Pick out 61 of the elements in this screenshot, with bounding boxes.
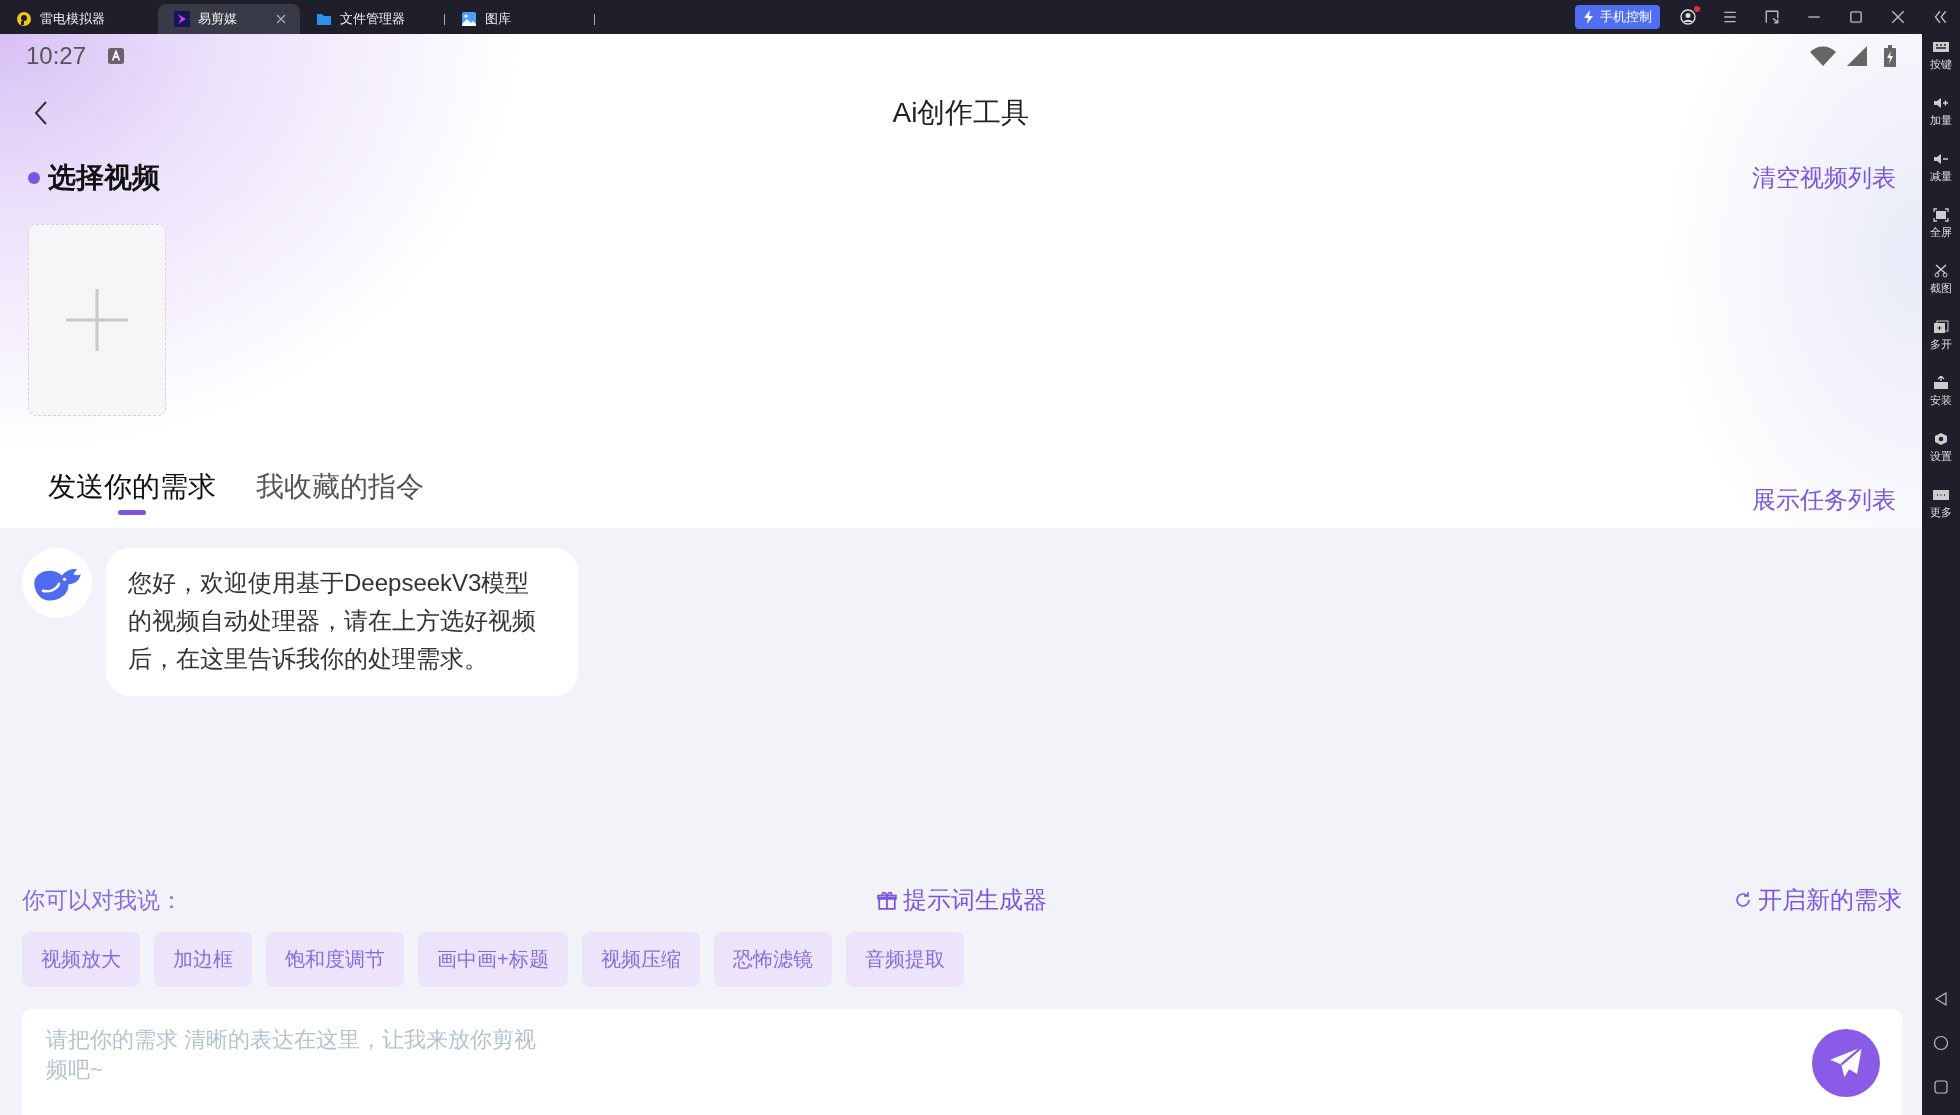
sidebar-item[interactable]: 加量 xyxy=(1930,96,1952,152)
page-title: Ai创作工具 xyxy=(892,96,1030,130)
window-tab[interactable]: 文件管理器 xyxy=(300,4,445,34)
collapse-icon[interactable] xyxy=(1932,9,1948,25)
close-icon[interactable] xyxy=(1890,9,1906,25)
multi-window-icon xyxy=(1933,320,1949,334)
scissors-icon xyxy=(1933,264,1949,278)
tab-label: 文件管理器 xyxy=(340,10,405,28)
show-task-list-link[interactable]: 展示任务列表 xyxy=(1752,484,1896,516)
resize-icon[interactable] xyxy=(1764,9,1780,25)
sidebar-item[interactable]: 多开 xyxy=(1930,320,1952,376)
sidebar-item[interactable]: 安装 xyxy=(1930,376,1952,432)
menu-icon[interactable] xyxy=(1722,9,1738,25)
battery-icon xyxy=(1884,45,1896,67)
install-icon xyxy=(1933,376,1949,390)
app-logo-icon xyxy=(174,11,190,27)
tab[interactable]: 我收藏的指令 xyxy=(256,470,424,516)
fullscreen-icon xyxy=(1933,208,1949,222)
window-tab[interactable]: 图库 xyxy=(445,4,595,34)
refresh-icon xyxy=(1734,891,1752,909)
bullet-dot xyxy=(28,172,40,184)
volume-up-icon xyxy=(1933,96,1949,110)
phone-control-button[interactable]: 手机控制 xyxy=(1575,5,1660,29)
sidebar-item[interactable]: 按键 xyxy=(1930,40,1952,96)
close-tab-icon[interactable] xyxy=(276,14,286,24)
sidebar-item[interactable]: 减量 xyxy=(1930,152,1952,208)
tab-label: 易剪媒 xyxy=(198,10,237,28)
volume-down-icon xyxy=(1933,152,1949,166)
image-icon xyxy=(461,11,477,27)
window-tab[interactable]: 雷电模拟器 xyxy=(0,4,158,34)
tab-label: 雷电模拟器 xyxy=(40,10,105,28)
suggestion-label: 你可以对我说： xyxy=(22,885,183,915)
chat-message: 您好，欢迎使用基于DeepseekV3模型的视频自动处理器，请在上方选好视频后，在这里告诉我你的处理需求。 xyxy=(106,548,578,696)
maximize-icon[interactable] xyxy=(1848,9,1864,25)
prompt-generator-link[interactable]: 提示词生成器 xyxy=(877,884,1047,916)
home-nav-icon[interactable] xyxy=(1933,1035,1949,1051)
recent-apps-icon[interactable] xyxy=(1933,1079,1949,1095)
sidebar-item[interactable]: 更多 xyxy=(1930,488,1952,544)
clear-video-list-link[interactable]: 清空视频列表 xyxy=(1752,162,1896,194)
tab-label: 图库 xyxy=(485,10,511,28)
wifi-icon xyxy=(1810,46,1836,66)
lightning-icon xyxy=(1583,10,1595,24)
plus-icon xyxy=(66,289,128,351)
status-time: 10:27 xyxy=(26,42,87,70)
gift-icon xyxy=(877,890,897,910)
keyboard-indicator-icon xyxy=(108,48,125,64)
settings-icon xyxy=(1933,432,1949,446)
sidebar-item[interactable]: 设置 xyxy=(1930,432,1952,488)
folder-icon xyxy=(316,11,332,27)
sidebar-item[interactable]: 全屏 xyxy=(1930,208,1952,264)
keyboard-icon xyxy=(1933,40,1949,54)
tab[interactable]: 发送你的需求 xyxy=(48,470,216,516)
window-tab[interactable]: 易剪媒 xyxy=(158,4,300,34)
section-title: 选择视频 xyxy=(48,161,160,195)
request-input[interactable]: 请把你的需求 清晰的表达在这里，让我来放你剪视频吧~ xyxy=(44,1023,558,1097)
sidebar-item[interactable]: 截图 xyxy=(1930,264,1952,320)
back-nav-icon[interactable] xyxy=(1933,991,1949,1007)
back-icon[interactable] xyxy=(34,100,48,126)
app-logo-icon xyxy=(16,11,32,27)
more-icon xyxy=(1933,488,1949,502)
new-request-link[interactable]: 开启新的需求 xyxy=(1734,884,1902,916)
